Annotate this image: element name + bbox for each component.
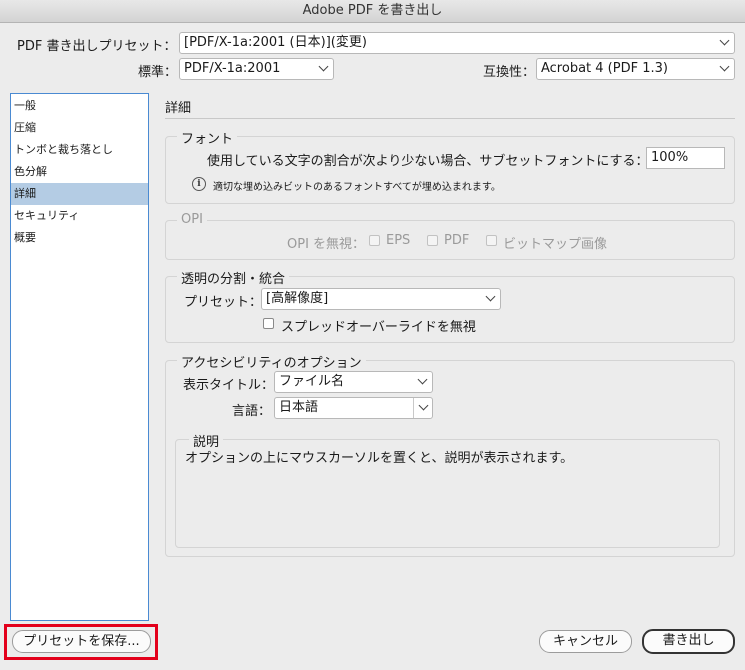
sidebar-item-compression[interactable]: 圧縮 [11, 117, 148, 139]
language-combo[interactable]: 日本語 [274, 397, 433, 419]
opi-eps-label: EPS [386, 233, 411, 248]
ignore-spread-checkbox[interactable] [263, 318, 274, 329]
compat-select[interactable]: Acrobat 4 (PDF 1.3) [536, 58, 735, 80]
font-info-text: 適切な埋め込みビットのあるフォントすべてが埋め込まれます。 [213, 182, 501, 193]
panel-title: 詳細 [165, 101, 192, 116]
compat-value: Acrobat 4 (PDF 1.3) [541, 61, 668, 76]
subset-label: 使用している文字の割合が次より少ない場合、サブセットフォントにする： [207, 154, 649, 169]
sidebar-item-security[interactable]: セキュリティ [11, 205, 148, 227]
combo-dropdown[interactable] [413, 398, 432, 418]
opi-omit-label: OPI を無視： [287, 237, 366, 252]
window-title: Adobe PDF を書き出し [0, 0, 745, 23]
preset-value: [PDF/X-1a:2001 (日本)](変更) [184, 35, 367, 50]
standard-value: PDF/X-1a:2001 [184, 61, 281, 76]
standard-select[interactable]: PDF/X-1a:2001 [179, 58, 334, 80]
language-value: 日本語 [279, 400, 319, 415]
description-text: オプションの上にマウスカーソルを置くと、説明が表示されます。 [185, 451, 574, 466]
chevron-down-icon [318, 61, 329, 72]
chevron-down-icon [719, 35, 730, 46]
opi-pdf-label: PDF [444, 233, 470, 248]
preset-label: PDF 書き出しプリセット： [17, 39, 177, 54]
access-legend: アクセシビリティのオプション [177, 352, 366, 371]
flatten-preset-select[interactable]: [高解像度] [261, 288, 501, 310]
category-list[interactable]: 一般 圧縮 トンボと裁ち落とし 色分解 詳細 セキュリティ 概要 [10, 93, 149, 621]
compat-label: 互換性： [483, 65, 536, 80]
opi-pdf-checkbox[interactable] [427, 235, 438, 246]
sidebar-item-marks-bleeds[interactable]: トンボと裁ち落とし [11, 139, 148, 161]
sidebar-item-general[interactable]: 一般 [11, 95, 148, 117]
opi-bitmap-checkbox[interactable] [486, 235, 497, 246]
font-legend: フォント [177, 128, 238, 147]
save-preset-button[interactable]: プリセットを保存... [12, 630, 151, 653]
display-title-label: 表示タイトル： [183, 378, 275, 393]
chevron-down-icon [485, 291, 496, 302]
sidebar-item-output[interactable]: 色分解 [11, 161, 148, 183]
sidebar-item-summary[interactable]: 概要 [11, 227, 148, 249]
chevron-down-icon [417, 374, 428, 385]
chevron-down-icon [719, 61, 730, 72]
export-button[interactable]: 書き出し [642, 629, 735, 654]
preset-select[interactable]: [PDF/X-1a:2001 (日本)](変更) [179, 32, 735, 54]
subset-percent-input[interactable]: 100% [646, 147, 725, 169]
standard-label: 標準： [138, 65, 178, 80]
flatten-preset-label: プリセット： [184, 295, 263, 310]
display-title-value: ファイル名 [279, 374, 345, 389]
info-icon: i [192, 177, 206, 191]
chevron-down-icon [418, 400, 429, 411]
opi-eps-checkbox[interactable] [369, 235, 380, 246]
sidebar-item-advanced[interactable]: 詳細 [11, 183, 148, 205]
flatten-legend: 透明の分割・統合 [177, 268, 290, 287]
ignore-spread-label: スプレッドオーバーライドを無視 [281, 320, 476, 335]
opi-legend: OPI [177, 212, 207, 227]
subset-percent-value: 100% [651, 150, 689, 165]
opi-bitmap-label: ビットマップ画像 [503, 237, 608, 252]
title-divider [165, 118, 735, 119]
display-title-select[interactable]: ファイル名 [274, 371, 433, 393]
language-label: 言語： [232, 404, 272, 419]
cancel-button[interactable]: キャンセル [539, 630, 632, 653]
flatten-preset-value: [高解像度] [266, 291, 329, 306]
